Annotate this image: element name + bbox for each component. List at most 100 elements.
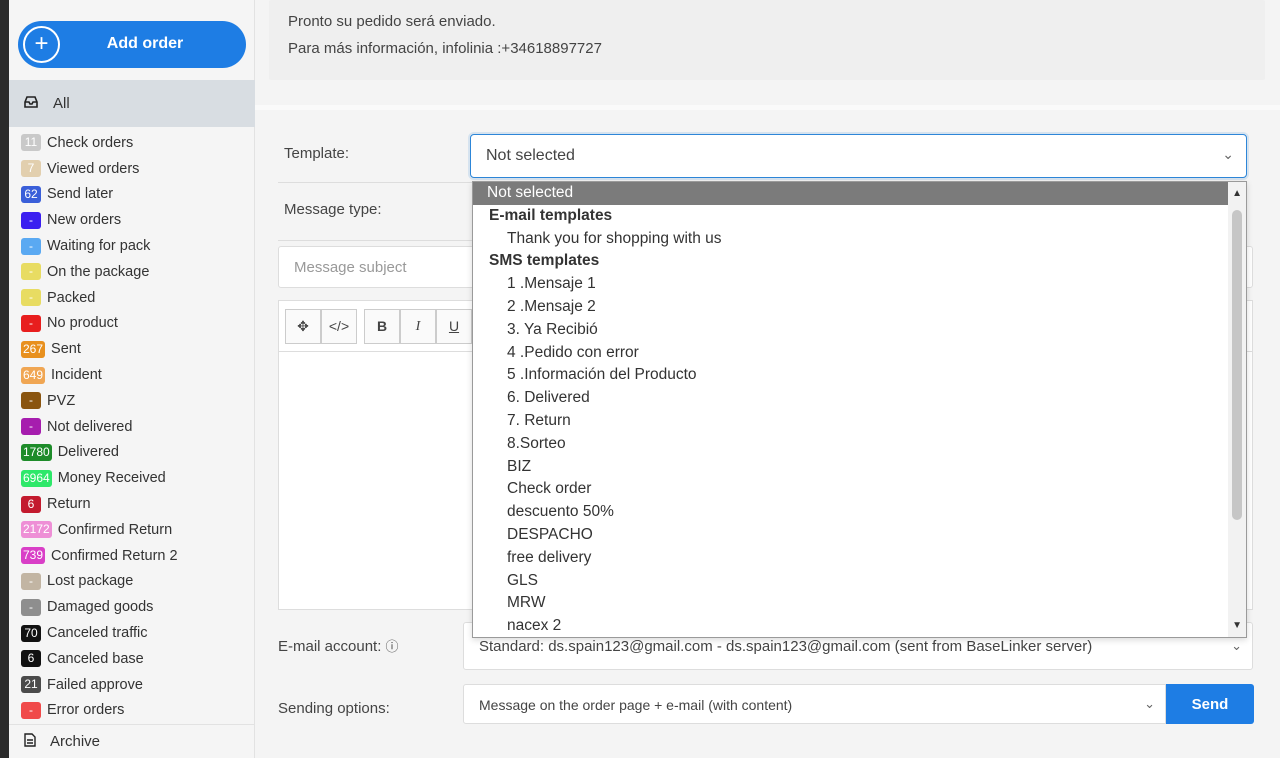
status-item[interactable]: - Lost package <box>21 569 255 595</box>
status-label: Not delivered <box>47 418 133 435</box>
chevron-down-icon: ⌄ <box>1222 146 1234 162</box>
sidebar-item-label: All <box>53 95 70 112</box>
template-dropdown-list[interactable]: Not selected E-mail templates Thank you fo… <box>472 181 1247 638</box>
dropdown-option[interactable]: 8.Sorteo <box>473 433 1246 456</box>
status-count-badge: - <box>21 314 41 332</box>
status-count-badge: - <box>21 598 41 616</box>
status-count-badge: 7 <box>21 160 41 178</box>
status-item[interactable]: 7 Viewed orders <box>21 156 255 182</box>
code-icon[interactable]: </> <box>321 309 357 344</box>
email-account-label: E-mail account: ⓘ <box>278 638 399 655</box>
scrollbar-thumb[interactable] <box>1232 210 1242 520</box>
dropdown-option[interactable]: BIZ <box>473 456 1246 479</box>
dropdown-option[interactable]: 3. Ya Recibió <box>473 319 1246 342</box>
status-count-badge: 2172 <box>21 521 52 539</box>
dropdown-option[interactable]: 2 .Mensaje 2 <box>473 296 1246 319</box>
status-item[interactable]: 11 Check orders <box>21 130 255 156</box>
status-item[interactable]: 1780 Delivered <box>21 440 255 466</box>
underline-icon[interactable]: U <box>436 309 472 344</box>
dropdown-option[interactable]: MRW <box>473 592 1246 615</box>
status-label: Waiting for pack <box>47 238 151 255</box>
dropdown-option[interactable]: nacex 2 <box>473 615 1246 637</box>
message-preview: Pronto su pedido será enviado. Para más … <box>269 0 1265 80</box>
dropdown-option[interactable]: GLS <box>473 570 1246 593</box>
scroll-down-icon[interactable]: ▼ <box>1232 620 1242 631</box>
dropdown-option[interactable]: 4 .Pedido con error <box>473 342 1246 365</box>
status-label: Viewed orders <box>47 160 140 177</box>
status-item[interactable]: - Packed <box>21 285 255 311</box>
status-list: 11 Check orders 7 Viewed orders 62 Send later… <box>21 130 255 723</box>
status-item[interactable]: 21 Failed approve <box>21 672 255 698</box>
status-label: Confirmed Return 2 <box>51 547 178 564</box>
dropdown-option[interactable]: Check order <box>473 478 1246 501</box>
window-edge <box>0 0 9 758</box>
template-label: Template: <box>284 145 350 162</box>
dropdown-option[interactable]: 7. Return <box>473 410 1246 433</box>
status-item[interactable]: 62 Send later <box>21 182 255 208</box>
status-item[interactable]: - On the package <box>21 259 255 285</box>
status-item[interactable]: - Damaged goods <box>21 594 255 620</box>
send-button[interactable]: Send <box>1166 684 1254 724</box>
italic-icon[interactable]: I <box>400 309 436 344</box>
status-item[interactable]: - Waiting for pack <box>21 233 255 259</box>
dropdown-option[interactable]: DESPACHO <box>473 524 1246 547</box>
status-label: Money Received <box>57 470 166 487</box>
status-label: Confirmed Return <box>57 521 173 538</box>
dropdown-option[interactable]: descuento 50% <box>473 501 1246 524</box>
status-item[interactable]: - Error orders <box>21 698 255 724</box>
status-item[interactable]: - Not delivered <box>21 414 255 440</box>
status-count-badge: - <box>21 237 41 255</box>
sending-options-label: Sending options: <box>278 700 390 717</box>
status-item[interactable]: 6964 Money Received <box>21 465 255 491</box>
status-count-badge: 6 <box>21 495 41 513</box>
dropdown-option[interactable]: free delivery <box>473 547 1246 570</box>
status-item[interactable]: - New orders <box>21 207 255 233</box>
status-label: Sent <box>51 341 81 358</box>
status-item[interactable]: 6 Return <box>21 491 255 517</box>
status-item[interactable]: - No product <box>21 311 255 337</box>
sending-options-select[interactable]: Message on the order page + e-mail (with… <box>463 684 1166 724</box>
status-label: Damaged goods <box>47 599 154 616</box>
dropdown-option[interactable]: Thank you for shopping with us <box>473 228 1246 251</box>
status-count-badge: - <box>21 418 41 436</box>
status-count-badge: - <box>21 701 41 719</box>
status-label: Error orders <box>47 702 125 719</box>
sidebar-item-archive[interactable]: Archive <box>9 724 255 758</box>
divider <box>278 240 473 241</box>
chevron-down-icon: ⌄ <box>1231 638 1242 653</box>
dropdown-option[interactable]: 1 .Mensaje 1 <box>473 273 1246 296</box>
bold-icon[interactable]: B <box>364 309 400 344</box>
status-label: PVZ <box>47 392 76 409</box>
sidebar-item-all[interactable]: All <box>9 80 255 127</box>
message-preview-line: Para más información, infolinia :+346188… <box>288 40 602 57</box>
document-icon <box>24 733 36 750</box>
add-order-label: Add order <box>106 35 184 52</box>
dropdown-option-selected[interactable]: Not selected <box>473 182 1246 205</box>
add-order-button[interactable]: + Add order <box>18 21 246 68</box>
status-count-badge: 739 <box>21 547 46 565</box>
dropdown-option[interactable]: 6. Delivered <box>473 387 1246 410</box>
status-item[interactable]: 2172 Confirmed Return <box>21 517 255 543</box>
status-item[interactable]: 70 Canceled traffic <box>21 620 255 646</box>
scroll-up-icon[interactable]: ▲ <box>1232 188 1242 199</box>
dropdown-option[interactable]: 5 .Información del Producto <box>473 364 1246 387</box>
status-label: Check orders <box>47 134 134 151</box>
status-item[interactable]: - PVZ <box>21 388 255 414</box>
status-label: Send later <box>47 186 114 203</box>
chevron-down-icon: ⌄ <box>1144 696 1155 711</box>
status-item[interactable]: 267 Sent <box>21 336 255 362</box>
template-select[interactable]: Not selected ⌄ <box>470 134 1247 178</box>
email-account-value: Standard: ds.spain123@gmail.com - ds.spa… <box>479 638 1093 655</box>
status-item[interactable]: 739 Confirmed Return 2 <box>21 543 255 569</box>
status-label: Return <box>47 496 91 513</box>
status-label: On the package <box>47 263 150 280</box>
status-count-badge: 1780 <box>21 443 52 461</box>
dropdown-scrollbar[interactable]: ▲ ▼ <box>1228 182 1246 637</box>
status-label: Incident <box>51 367 102 384</box>
status-item[interactable]: 6 Canceled base <box>21 646 255 672</box>
status-count-badge: 6 <box>21 650 41 668</box>
move-icon[interactable]: ✥ <box>285 309 321 344</box>
status-item[interactable]: 649 Incident <box>21 362 255 388</box>
status-label: Packed <box>47 289 96 306</box>
question-circle-icon[interactable]: ⓘ <box>386 639 399 654</box>
